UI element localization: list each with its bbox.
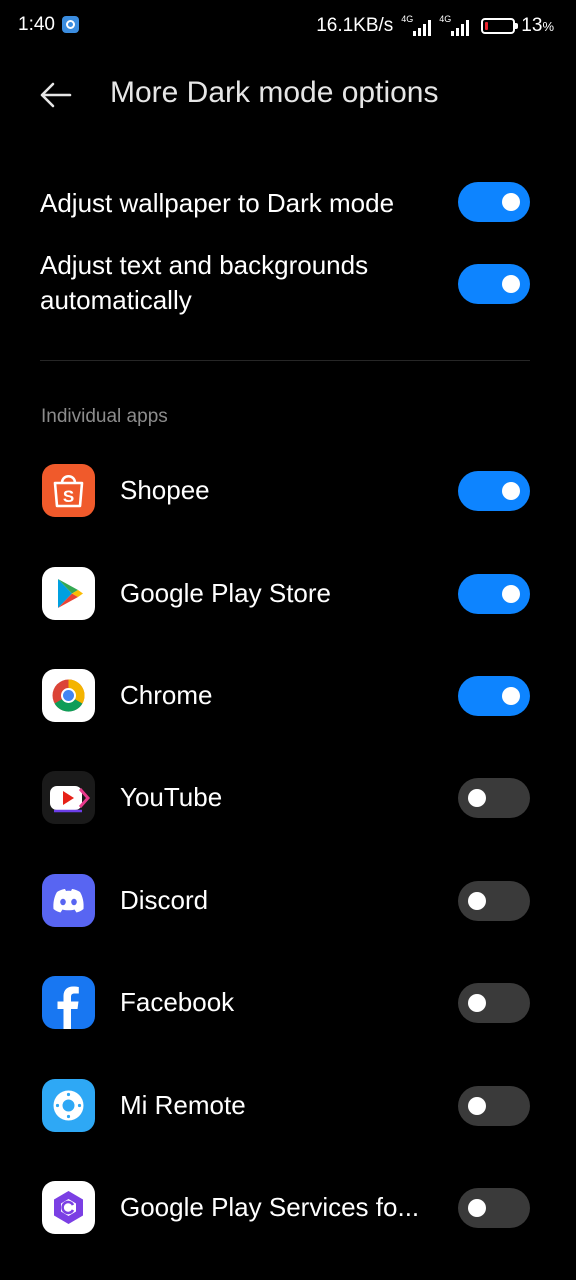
network-type-label: 4G [401, 14, 414, 24]
back-button[interactable] [38, 80, 72, 110]
app-row-play-services: Google Play Services fo... [0, 1163, 576, 1253]
svg-text:S: S [63, 487, 74, 506]
shopee-toggle[interactable] [458, 471, 530, 511]
toggle-knob [468, 789, 486, 807]
google-play-store-toggle[interactable] [458, 574, 530, 614]
app-label: Google Play Store [120, 578, 332, 608]
wallpaper-dark-mode-toggle[interactable] [458, 182, 530, 222]
battery-level [485, 22, 489, 30]
toggle-knob [502, 482, 520, 500]
setting-adjust-wallpaper: Adjust wallpaper to Dark mode [40, 182, 536, 224]
facebook-icon [42, 976, 95, 1029]
app-label: Shopee [120, 475, 210, 505]
status-bar: 1:40 16.1KB/s 4G 4G 13% [0, 0, 576, 52]
discord-toggle[interactable] [458, 881, 530, 921]
setting-label: Adjust text and backgrounds automaticall… [40, 250, 369, 315]
toggle-knob [468, 1199, 486, 1217]
chrome-icon [42, 669, 95, 722]
youtube-icon [42, 771, 95, 824]
text-backgrounds-toggle[interactable] [458, 264, 530, 304]
toggle-knob [502, 585, 520, 603]
network-type-label: 4G [439, 14, 452, 24]
play-store-icon [42, 567, 95, 620]
mi-remote-icon [42, 1079, 95, 1132]
app-label: Facebook [120, 987, 235, 1017]
app-label: Google Play Services fo... [120, 1192, 420, 1222]
signal-2-icon: 4G [439, 14, 471, 36]
back-arrow-icon [40, 82, 72, 108]
facebook-toggle[interactable] [458, 983, 530, 1023]
divider [40, 360, 530, 361]
app-row-chrome: Chrome [0, 651, 576, 741]
app-row-discord: Discord [0, 856, 576, 946]
chrome-toggle[interactable] [458, 676, 530, 716]
signal-1-icon: 4G [401, 14, 433, 36]
discord-icon [42, 874, 95, 927]
play-services-toggle[interactable] [458, 1188, 530, 1228]
app-row-shopee: S Shopee [0, 446, 576, 536]
app-row-mi-remote: Mi Remote [0, 1061, 576, 1151]
battery-percentage: 13% [521, 15, 554, 36]
status-indicators: 16.1KB/s 4G 4G 13% [316, 14, 554, 38]
app-label: YouTube [120, 782, 223, 812]
mi-remote-toggle[interactable] [458, 1086, 530, 1126]
toggle-knob [502, 687, 520, 705]
section-header-individual-apps: Individual apps [41, 406, 168, 427]
battery-icon [481, 18, 519, 34]
page-title: More Dark mode options [110, 76, 439, 109]
toggle-knob [468, 892, 486, 910]
app-row-google-play-store: Google Play Store [0, 549, 576, 639]
notification-app-icon [62, 16, 79, 33]
play-services-icon [42, 1181, 95, 1234]
app-label: Discord [120, 885, 209, 915]
toggle-knob [468, 1097, 486, 1115]
app-label: Chrome [120, 680, 213, 710]
toggle-knob [468, 994, 486, 1012]
toggle-knob [502, 193, 520, 211]
setting-adjust-text-backgrounds: Adjust text and backgrounds automaticall… [40, 248, 536, 322]
shopee-icon: S [42, 464, 95, 517]
network-speed: 16.1KB/s [316, 15, 394, 36]
youtube-toggle[interactable] [458, 778, 530, 818]
status-time: 1:40 [18, 14, 55, 35]
app-label: Mi Remote [120, 1090, 246, 1120]
toggle-knob [502, 275, 520, 293]
app-row-youtube: YouTube [0, 753, 576, 843]
app-row-facebook: Facebook [0, 958, 576, 1048]
